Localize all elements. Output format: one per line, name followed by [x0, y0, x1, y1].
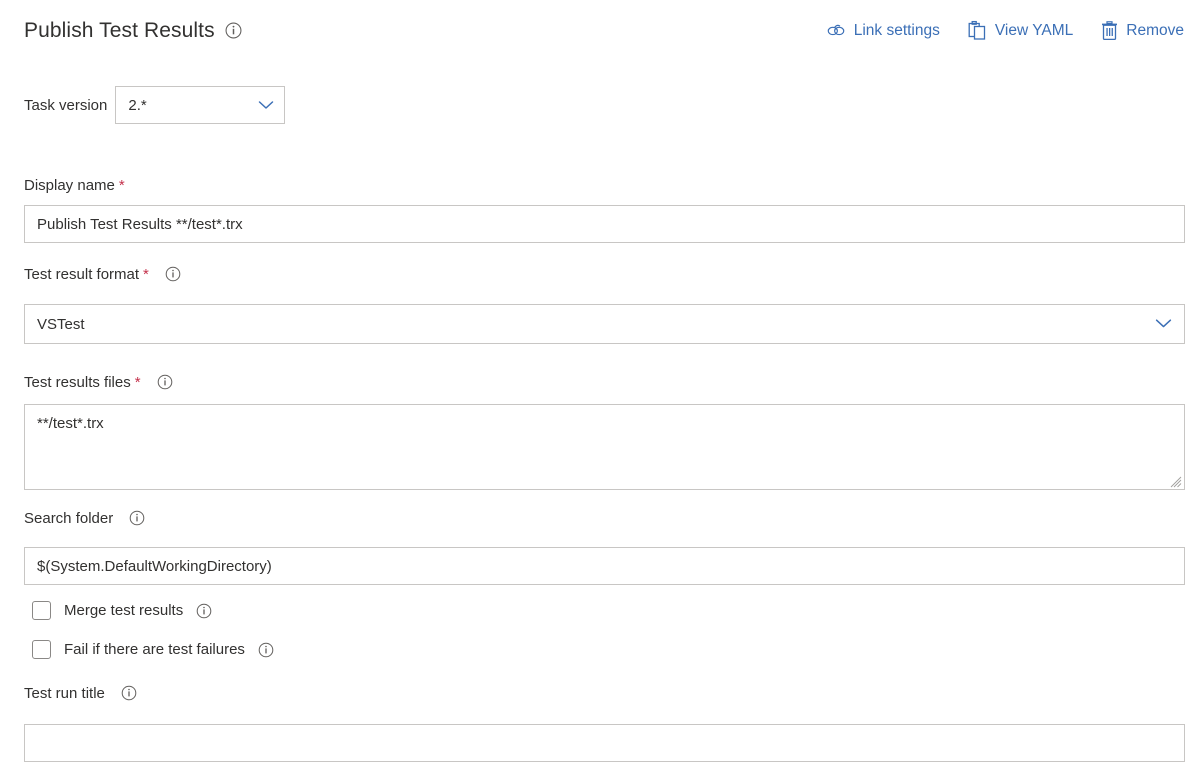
- info-icon[interactable]: [129, 510, 145, 526]
- test-results-files-label-row: Test results files *: [24, 374, 173, 390]
- fail-if-test-failures-row[interactable]: Fail if there are test failures: [32, 640, 274, 659]
- remove-label: Remove: [1126, 21, 1184, 39]
- test-run-title-input[interactable]: [24, 724, 1185, 762]
- fail-if-test-failures-label: Fail if there are test failures: [64, 641, 245, 658]
- search-folder-value: $(System.DefaultWorkingDirectory): [37, 557, 272, 575]
- fail-if-test-failures-checkbox[interactable]: [32, 640, 51, 659]
- search-folder-label-row: Search folder: [24, 510, 145, 526]
- remove-button[interactable]: Remove: [1101, 20, 1184, 41]
- search-folder-input[interactable]: $(System.DefaultWorkingDirectory): [24, 547, 1185, 585]
- test-results-files-value: **/test*.trx: [37, 415, 104, 432]
- test-result-format-label-row: Test result format *: [24, 266, 181, 282]
- test-result-format-select[interactable]: VSTest: [24, 304, 1185, 344]
- info-icon[interactable]: [258, 642, 274, 658]
- title-area: Publish Test Results: [24, 20, 242, 41]
- display-name-required: *: [118, 177, 125, 194]
- task-version-row: Task version 2.*: [24, 86, 286, 124]
- trash-icon: [1101, 20, 1118, 41]
- test-result-format-value: VSTest: [37, 315, 85, 333]
- info-icon[interactable]: [196, 603, 212, 619]
- test-result-format-required: *: [143, 265, 149, 283]
- view-yaml-button[interactable]: View YAML: [968, 20, 1073, 41]
- test-result-format-label: Test result format: [24, 265, 140, 283]
- info-icon[interactable]: [165, 266, 181, 282]
- test-run-title-label: Test run title: [24, 684, 105, 702]
- link-icon: [826, 22, 846, 39]
- display-name-label-row: Display name *: [24, 178, 125, 193]
- page-title: Publish Test Results: [24, 19, 215, 42]
- link-settings-button[interactable]: Link settings: [826, 22, 940, 40]
- merge-test-results-checkbox[interactable]: [32, 601, 51, 620]
- link-settings-label: Link settings: [853, 21, 940, 39]
- task-version-value: 2.*: [128, 96, 147, 114]
- display-name-value: Publish Test Results **/test*.trx: [37, 215, 243, 233]
- chevron-down-icon: [258, 97, 274, 114]
- resize-handle-icon[interactable]: [1170, 475, 1182, 488]
- clipboard-icon: [968, 20, 987, 41]
- test-run-title-label-row: Test run title: [24, 685, 137, 701]
- task-editor-panel: Publish Test Results Link settings View …: [0, 0, 1200, 780]
- display-name-input[interactable]: Publish Test Results **/test*.trx: [24, 205, 1185, 243]
- info-icon[interactable]: [121, 685, 137, 701]
- panel-header: Publish Test Results Link settings View …: [0, 0, 1200, 62]
- test-results-files-required: *: [134, 373, 141, 391]
- task-version-select[interactable]: 2.*: [115, 86, 286, 124]
- info-icon[interactable]: [225, 22, 242, 39]
- display-name-label: Display name: [24, 177, 115, 194]
- test-results-files-textarea[interactable]: **/test*.trx: [24, 404, 1185, 490]
- merge-test-results-label: Merge test results: [64, 602, 184, 619]
- info-icon[interactable]: [157, 374, 173, 390]
- search-folder-label: Search folder: [24, 509, 114, 527]
- header-toolbar: Link settings View YAML Remove: [826, 20, 1184, 41]
- merge-test-results-row[interactable]: Merge test results: [32, 601, 212, 620]
- test-results-files-label: Test results files: [24, 373, 131, 391]
- chevron-down-icon: [1155, 316, 1172, 333]
- task-version-label: Task version: [24, 96, 108, 114]
- view-yaml-label: View YAML: [994, 21, 1074, 39]
